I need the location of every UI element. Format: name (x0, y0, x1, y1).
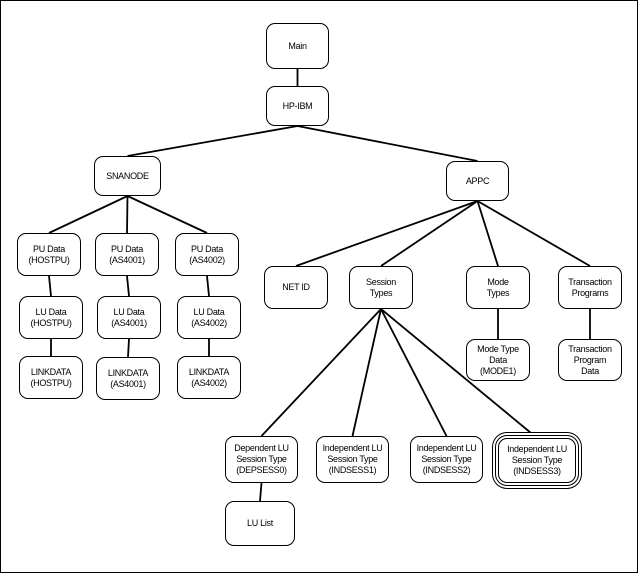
node-lu-list[interactable]: LU List (225, 501, 295, 546)
edge-session_types-to-indsess1 (351, 308, 382, 437)
node-label-line: LINKDATA (30, 366, 72, 377)
node-link-as4002[interactable]: LINKDATA (AS4002) (177, 356, 241, 399)
node-depsess0[interactable]: Dependent LU Session Type (DEPSESS0) (225, 436, 298, 483)
node-label-line: LU Data (35, 306, 67, 317)
node-label-line: (INDSESS2) (422, 465, 471, 475)
node-label-line: (DEPSESS0) (236, 465, 287, 475)
node-label-line: HP-IBM (282, 100, 313, 111)
edge-session_types-to-depsess0 (260, 308, 382, 437)
node-mode-types[interactable]: Mode Types (466, 266, 530, 309)
node-lu-as4002[interactable]: LU Data (AS4002) (177, 296, 241, 339)
tree-diagram: Main HP-IBM SNANODE APPC PU Data (HOSTPU) PU D… (0, 0, 638, 573)
edge-appc-to-session_types (380, 200, 479, 267)
node-label-line: LINKDATA (107, 367, 149, 378)
node-label-line: PU Data (33, 243, 65, 254)
node-appc[interactable]: APPC (446, 161, 509, 201)
node-label-line: LU Data (193, 306, 225, 317)
edge-pu_as4002-to-lu_as4002 (206, 275, 210, 297)
node-label-line: SNANODE (106, 170, 149, 181)
node-net-id[interactable]: NET ID (264, 266, 328, 309)
node-label-line: PU Data (191, 243, 223, 254)
node-label-line: Programs (571, 287, 609, 298)
edge-snanode-to-pu_hostpu (48, 195, 128, 234)
node-label-line: Program (573, 354, 607, 365)
node-label-line: Session Type (421, 454, 472, 464)
node-label-line: (MODE1) (480, 365, 516, 376)
node-label-line: Session (366, 276, 396, 287)
edge-lu_as4001-to-link_as4001 (127, 338, 130, 358)
node-label-line: APPC (465, 175, 490, 186)
node-label-line: (AS4001) (110, 378, 146, 389)
node-label-line: LINKDATA (188, 366, 230, 377)
node-label-line: (AS4001) (111, 317, 147, 328)
node-indsess1[interactable]: Independent LU Session Type (INDSESS1) (316, 436, 389, 483)
node-hp-ibm[interactable]: HP-IBM (266, 86, 329, 126)
node-label-line: (AS4002) (191, 317, 227, 328)
node-transaction-program-data[interactable]: Transaction Program Data (558, 339, 622, 381)
node-label-line: NET ID (282, 282, 310, 292)
node-label-line: Independent LU (507, 444, 567, 454)
edge-appc-to-net_id (295, 200, 478, 267)
node-label-line: Independent LU (322, 443, 383, 453)
node-label-line: Types (486, 287, 510, 298)
node-snanode[interactable]: SNANODE (94, 156, 161, 196)
node-label-line: (AS4002) (189, 254, 225, 265)
node-label-line: Types (369, 287, 393, 298)
node-link-as4001[interactable]: LINKDATA (AS4001) (96, 357, 160, 400)
node-label-line: Session Type (236, 454, 287, 464)
node-label-line: Mode (487, 276, 509, 287)
node-label-line: LU List (247, 518, 273, 528)
node-pu-as4002[interactable]: PU Data (AS4002) (175, 233, 239, 276)
node-main[interactable]: Main (266, 23, 329, 69)
node-lu-as4001[interactable]: LU Data (AS4001) (97, 296, 161, 339)
node-label-line: Dependent LU (234, 443, 289, 453)
node-label-line: LU Data (113, 306, 145, 317)
node-label-line: (HOSTPU) (30, 377, 72, 388)
node-label-line: (HOSTPU) (28, 254, 70, 265)
node-label-line: (INDSESS3) (513, 466, 561, 476)
node-label-line: Data (581, 365, 599, 376)
edge-pu_hostpu-to-lu_hostpu (48, 275, 52, 297)
node-transaction-programs[interactable]: Transaction Programs (558, 266, 622, 309)
node-label-line: Main (288, 40, 307, 51)
node-pu-as4001[interactable]: PU Data (AS4001) (95, 233, 159, 276)
node-label-line: Data (489, 354, 507, 365)
node-lu-hostpu[interactable]: LU Data (HOSTPU) (19, 296, 83, 339)
node-label-line: Transaction (568, 276, 612, 287)
node-label-line: Session Type (327, 454, 378, 464)
node-label-line: Independent LU (416, 443, 477, 453)
node-label-line: (AS4001) (109, 254, 145, 265)
edge-hp_ibm-to-snanode (127, 125, 298, 157)
node-mode-type-data[interactable]: Mode Type Data (MODE1) (466, 339, 530, 381)
node-label-line: (INDSESS1) (328, 465, 377, 475)
node-session-types[interactable]: Session Types (349, 266, 413, 309)
node-label-line: (HOSTPU) (30, 317, 72, 328)
node-label-line: Session Type (511, 455, 563, 465)
node-label-line: Mode Type (477, 343, 519, 354)
node-indsess2[interactable]: Independent LU Session Type (INDSESS2) (410, 436, 483, 483)
node-indsess3[interactable]: Independent LU Session Type (INDSESS3) (498, 438, 576, 483)
edge-hp_ibm-to-appc (297, 125, 478, 162)
node-link-hostpu[interactable]: LINKDATA (HOSTPU) (19, 356, 83, 399)
node-label-line: PU Data (111, 243, 143, 254)
edge-session_types-to-indsess2 (380, 308, 448, 437)
edge-snanode-to-pu_as4001 (126, 195, 129, 234)
node-label-line: (AS4002) (191, 377, 227, 388)
edge-pu_as4001-to-lu_as4001 (126, 275, 130, 297)
node-pu-hostpu[interactable]: PU Data (HOSTPU) (17, 233, 81, 276)
node-label-line: Transaction (568, 343, 612, 354)
edge-depsess0-to-lu_list (259, 482, 263, 502)
edge-snanode-to-pu_as4002 (127, 195, 208, 234)
